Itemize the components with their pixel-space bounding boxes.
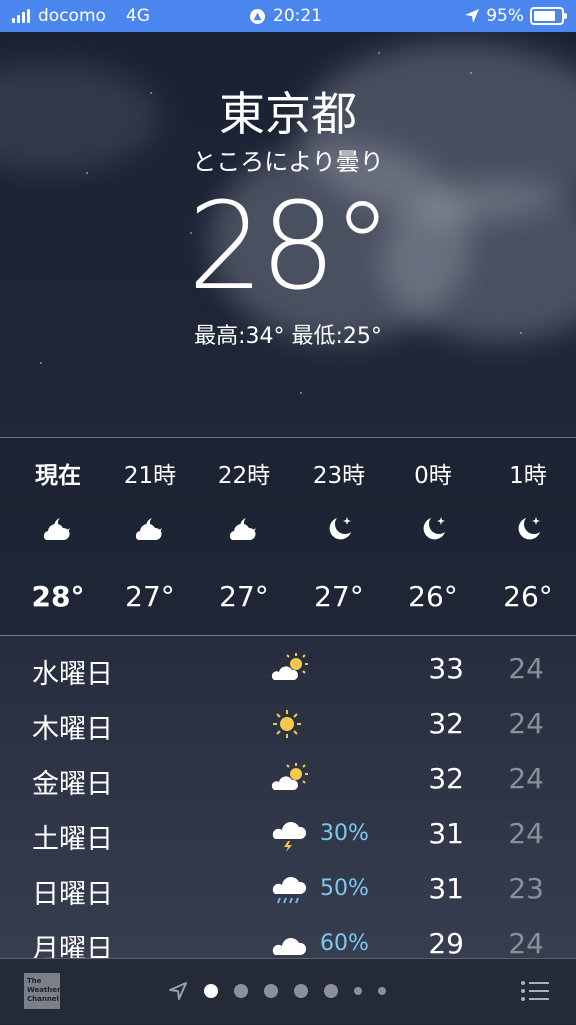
signal-icon <box>12 9 30 23</box>
day-name: 日曜日 <box>32 879 113 910</box>
page-dot[interactable] <box>324 984 338 998</box>
precipitation-chance: 30% <box>320 821 369 846</box>
location-arrow-icon[interactable] <box>168 981 188 1001</box>
day-row: 木曜日 32 24 <box>0 697 576 752</box>
hour-temperature: 26° <box>503 580 553 613</box>
network-label: 4G <box>125 6 150 26</box>
day-row: 月曜日 60% 29 24 <box>0 917 576 958</box>
moon-stars-icon <box>423 517 445 540</box>
moon-cloud-icon <box>229 518 256 540</box>
low-temp: 24 <box>508 927 544 958</box>
weather-channel-logo[interactable]: The Weather Channel <box>24 973 60 1009</box>
hour-label: 23時 <box>312 463 366 489</box>
hour-label: 21時 <box>123 463 177 489</box>
carrier-label: docomo <box>38 6 106 26</box>
low-temp: 24 <box>508 707 544 740</box>
page-indicator[interactable] <box>168 981 386 1001</box>
high-temp: 33 <box>428 652 464 685</box>
day-name: 木曜日 <box>32 714 113 745</box>
daily-forecast[interactable]: 水曜日 33 24 木曜日 32 24 金曜日 32 24 土曜日 30% 31… <box>0 640 576 958</box>
hour-temperature: 28° <box>31 580 85 613</box>
day-row: 日曜日 50% 31 23 <box>0 862 576 917</box>
city-list-icon[interactable] <box>520 979 550 1003</box>
hour-label: 1時 <box>509 463 547 489</box>
hourly-forecast[interactable]: 現在 28° 21時 27° 22時 27° 23時 27° 0時 26° 1時… <box>0 438 576 634</box>
moon-cloud-icon <box>135 518 162 540</box>
high-temp: 32 <box>428 707 464 740</box>
low-temp: 24 <box>508 817 544 850</box>
rain-icon <box>272 877 307 904</box>
status-bar: docomo 4G ▲ 20:21 95% <box>0 0 576 32</box>
hour-temperature: 27° <box>314 580 364 613</box>
partly-sunny-icon <box>271 763 308 790</box>
cloud-icon <box>272 938 307 955</box>
city-name: 東京都 <box>219 87 357 141</box>
current-temperature: 28° <box>187 178 393 317</box>
hour-label: 現在 <box>35 463 81 489</box>
day-name: 水曜日 <box>32 659 113 690</box>
moon-stars-icon <box>329 517 351 540</box>
hour-temperature: 27° <box>125 580 175 613</box>
low-temp: 24 <box>508 762 544 795</box>
day-row: 金曜日 32 24 <box>0 752 576 807</box>
hour-label: 0時 <box>414 463 452 489</box>
high-low-temperature: 最高:34° 最低:25° <box>194 324 382 349</box>
high-temp: 31 <box>428 817 464 850</box>
sun-icon <box>273 710 301 738</box>
page-dot[interactable] <box>294 984 308 998</box>
hour-temperature: 27° <box>219 580 269 613</box>
hour-temperature: 26° <box>408 580 458 613</box>
page-dot[interactable] <box>378 987 386 995</box>
location-arrow-icon <box>465 9 480 23</box>
page-dot[interactable] <box>264 984 278 998</box>
thunderstorm-icon <box>272 822 307 852</box>
low-temp: 23 <box>508 872 544 905</box>
navigation-icon: ▲ <box>250 8 265 24</box>
low-temp: 24 <box>508 652 544 685</box>
page-dot[interactable] <box>204 984 218 998</box>
high-temp: 29 <box>428 927 464 958</box>
day-name: 月曜日 <box>32 934 113 958</box>
moon-cloud-icon <box>43 518 70 540</box>
high-temp: 32 <box>428 762 464 795</box>
day-row: 水曜日 33 24 <box>0 642 576 697</box>
footer-bar: The Weather Channel <box>0 958 576 1025</box>
high-temp: 31 <box>428 872 464 905</box>
day-row: 土曜日 30% 31 24 <box>0 807 576 862</box>
precipitation-chance: 50% <box>320 876 369 901</box>
hour-label: 22時 <box>217 463 271 489</box>
clock: 20:21 <box>273 6 322 26</box>
divider <box>0 635 576 636</box>
day-name: 金曜日 <box>32 769 113 800</box>
precipitation-chance: 60% <box>320 931 369 956</box>
battery-percent: 95% <box>486 6 524 26</box>
battery-icon <box>530 7 567 25</box>
page-dot[interactable] <box>354 987 362 995</box>
moon-stars-icon <box>518 517 540 540</box>
day-name: 土曜日 <box>32 824 113 855</box>
page-dot[interactable] <box>234 984 248 998</box>
partly-sunny-icon <box>271 653 308 680</box>
current-condition: ところにより曇り <box>192 148 384 176</box>
